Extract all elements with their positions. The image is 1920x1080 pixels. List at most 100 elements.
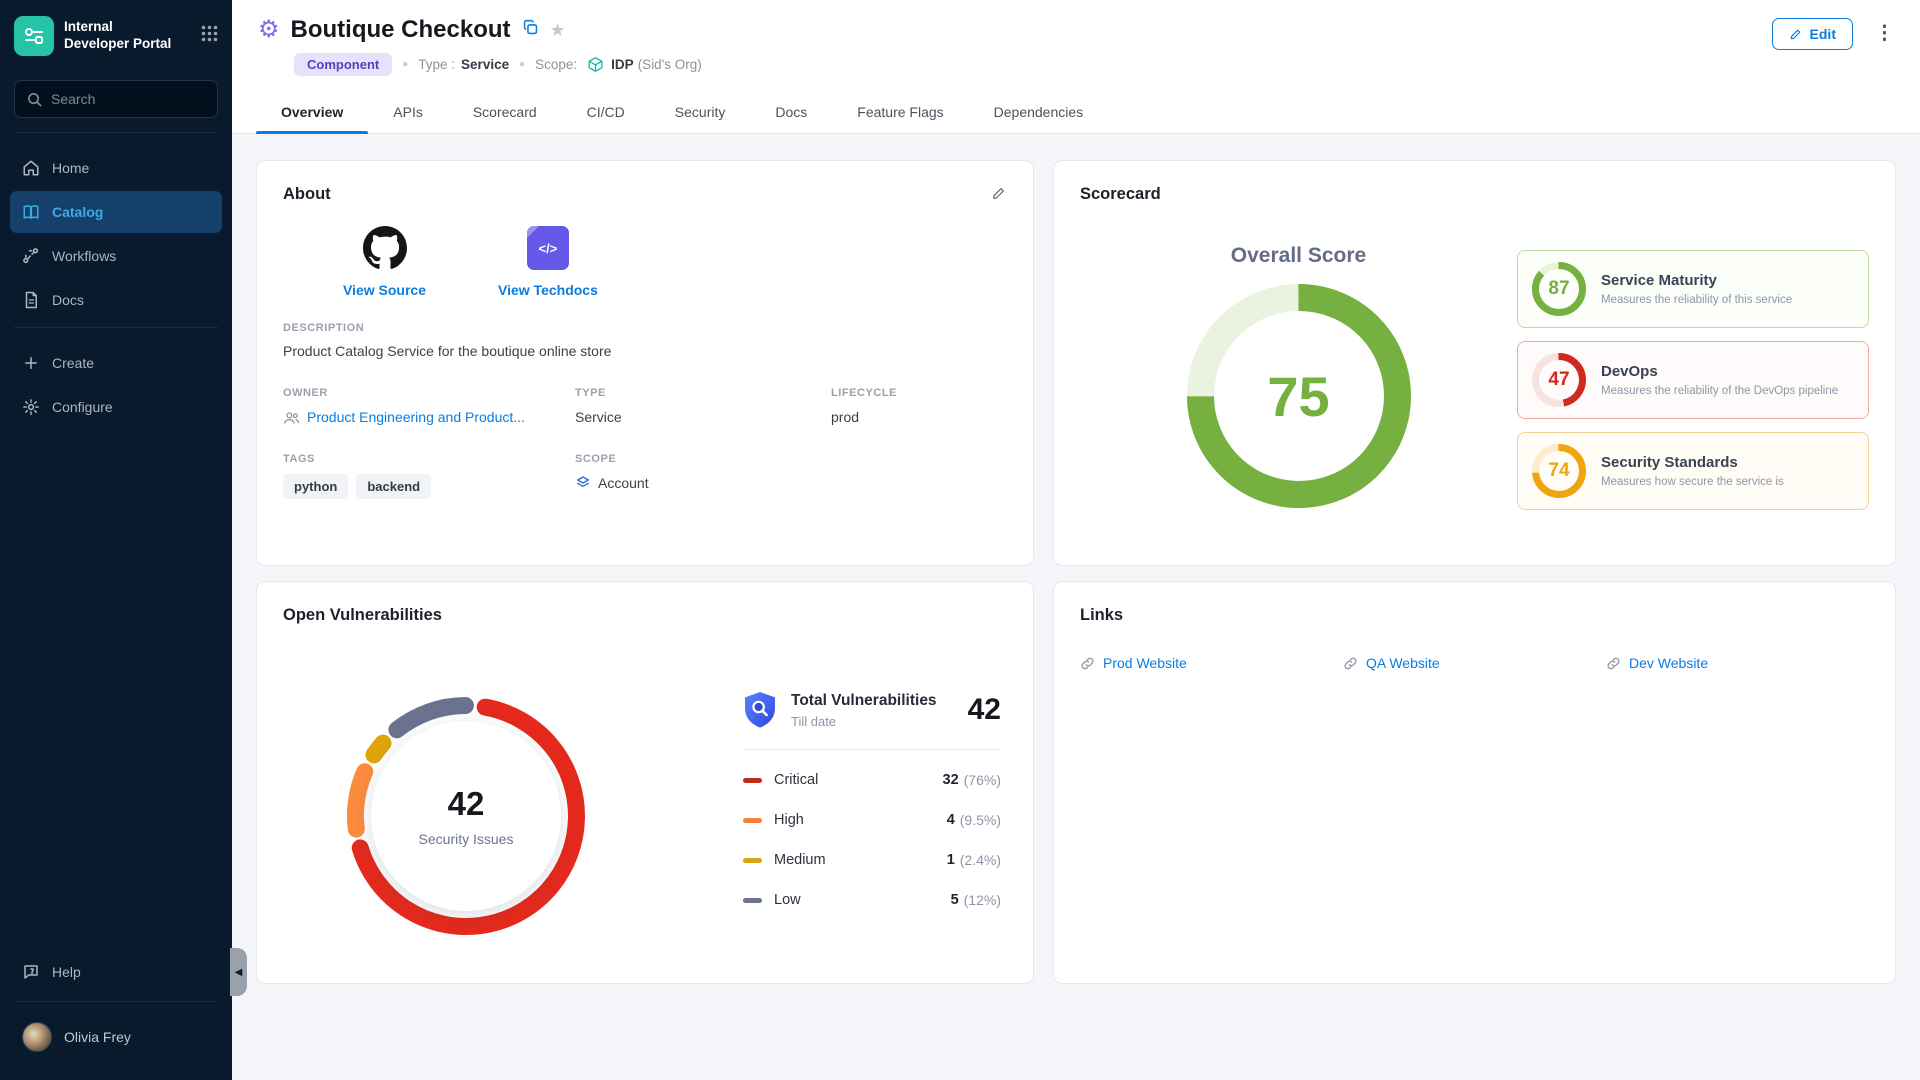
score-ring: 87	[1532, 262, 1586, 316]
logo-row: Internal Developer Portal	[0, 0, 232, 70]
techdocs-icon: </>	[527, 226, 569, 270]
header-actions: Edit ⋮	[1772, 16, 1894, 90]
scorecard-item-security-standards[interactable]: 74 Security Standards Measures how secur…	[1517, 432, 1869, 510]
severity-percent: (2.4%)	[960, 852, 1001, 868]
search-input[interactable]	[51, 91, 191, 107]
lifecycle-value: prod	[831, 409, 1007, 425]
edit-button[interactable]: Edit	[1772, 18, 1853, 50]
pencil-icon	[1789, 27, 1803, 41]
severity-row-high: High 4 (9.5%)	[743, 800, 1001, 840]
description-field: DESCRIPTION Product Catalog Service for …	[283, 322, 1007, 359]
tag-chip[interactable]: backend	[356, 474, 431, 499]
severity-row-medium: Medium 1 (2.4%)	[743, 840, 1001, 880]
sidebar-item-help[interactable]: Help	[10, 951, 222, 993]
sidebar-item-label: Catalog	[52, 204, 103, 220]
low-legend-swatch	[743, 898, 762, 903]
tab-overview[interactable]: Overview	[256, 90, 368, 133]
about-card: About View Source </> View Techdocs	[256, 160, 1034, 566]
link-prod-website[interactable]: Prod Website	[1080, 655, 1343, 671]
search-box[interactable]	[14, 80, 218, 118]
search-icon	[27, 92, 42, 107]
user-name: Olivia Frey	[64, 1029, 131, 1045]
owner-link[interactable]: Product Engineering and Product...	[307, 409, 525, 425]
severity-count: 5	[951, 892, 959, 908]
tag-chip[interactable]: python	[283, 474, 348, 499]
vulnerabilities-card: Open Vulnerabilities 42 Security Issues	[256, 581, 1034, 984]
app-title-line2: Developer Portal	[64, 36, 191, 53]
link-icon	[1080, 656, 1095, 671]
kind-badge: Component	[294, 53, 392, 76]
scorecard-title: Scorecard	[1080, 185, 1869, 204]
tags-label: TAGS	[283, 453, 575, 465]
entity-meta-row: Component ● Type : Service ● Scope: IDP …	[294, 53, 702, 76]
favorite-star-icon[interactable]: ★	[550, 20, 566, 41]
total-vulnerabilities-title: Total Vulnerabilities	[791, 692, 954, 710]
scope-field: SCOPE Account	[575, 453, 831, 499]
sidebar-item-home[interactable]: Home	[10, 147, 222, 189]
type-label: Type :	[418, 57, 455, 72]
owner-field: OWNER Product Engineering and Product...	[283, 387, 575, 425]
apps-grid-icon[interactable]	[201, 25, 218, 47]
tab-dependencies[interactable]: Dependencies	[969, 90, 1109, 133]
sidebar-bottom: Help Olivia Frey	[0, 941, 232, 1080]
overview-content: About View Source </> View Techdocs	[232, 134, 1920, 1080]
edit-button-label: Edit	[1810, 26, 1836, 42]
account-scope-icon	[575, 475, 591, 491]
sidebar-item-workflows[interactable]: Workflows	[10, 235, 222, 277]
severity-label: High	[774, 812, 947, 828]
severity-percent: (9.5%)	[960, 812, 1001, 828]
sidebar-item-create[interactable]: Create	[10, 342, 222, 384]
plus-icon	[22, 354, 40, 372]
vulnerabilities-donut: 42 Security Issues	[345, 695, 587, 937]
gear-icon	[22, 398, 40, 416]
scorecard-item-devops[interactable]: 47 DevOps Measures the reliability of th…	[1517, 341, 1869, 419]
sidebar-collapse-handle[interactable]: ◀	[230, 948, 247, 996]
app-logo[interactable]	[14, 16, 54, 56]
scorecard-card: Scorecard Overall Score 75	[1053, 160, 1896, 566]
tab-security[interactable]: Security	[650, 90, 751, 133]
security-issues-count: 42	[448, 785, 485, 823]
user-menu[interactable]: Olivia Frey	[10, 1010, 222, 1064]
view-source-link[interactable]: View Source	[343, 226, 426, 298]
link-qa-website[interactable]: QA Website	[1343, 655, 1606, 671]
tab-apis[interactable]: APIs	[368, 90, 448, 133]
tab-cicd[interactable]: CI/CD	[562, 90, 650, 133]
link-dev-website[interactable]: Dev Website	[1606, 655, 1869, 671]
link-label: QA Website	[1366, 655, 1440, 671]
dot-separator: ●	[402, 59, 408, 70]
tab-scorecard[interactable]: Scorecard	[448, 90, 562, 133]
severity-percent: (12%)	[964, 892, 1001, 908]
document-icon	[22, 291, 40, 309]
sidebar: Internal Developer Portal	[0, 0, 232, 1080]
copy-icon[interactable]	[522, 19, 539, 41]
description-value: Product Catalog Service for the boutique…	[283, 343, 1007, 359]
links-title: Links	[1080, 606, 1869, 625]
view-techdocs-link[interactable]: </> View Techdocs	[498, 226, 598, 298]
more-options-kebab-icon[interactable]: ⋮	[1875, 18, 1894, 45]
about-quick-links: View Source </> View Techdocs	[343, 226, 1007, 298]
type-field-value: Service	[575, 409, 831, 425]
type-field: TYPE Service	[575, 387, 831, 425]
sidebar-item-docs[interactable]: Docs	[10, 279, 222, 321]
sidebar-item-label: Help	[52, 964, 81, 980]
severity-row-low: Low 5 (12%)	[743, 880, 1001, 920]
team-icon	[283, 410, 300, 425]
app-title: Internal Developer Portal	[64, 19, 191, 53]
book-icon	[22, 203, 40, 221]
edit-about-pencil-icon[interactable]	[991, 185, 1007, 206]
sidebar-item-catalog[interactable]: Catalog	[10, 191, 222, 233]
scorecard-item-title: Security Standards	[1601, 454, 1784, 471]
scorecard-item-service-maturity[interactable]: 87 Service Maturity Measures the reliabi…	[1517, 250, 1869, 328]
cube-icon	[587, 56, 604, 73]
shield-search-icon	[743, 691, 777, 729]
overall-score-block: Overall Score 75	[1080, 204, 1517, 510]
link-icon	[1343, 656, 1358, 671]
logo-icon	[22, 24, 46, 48]
tab-feature-flags[interactable]: Feature Flags	[832, 90, 968, 133]
scope-value: IDP	[611, 57, 634, 72]
tab-docs[interactable]: Docs	[750, 90, 832, 133]
sidebar-item-configure[interactable]: Configure	[10, 386, 222, 428]
scope-field-value: Account	[598, 475, 649, 491]
severity-label: Medium	[774, 852, 947, 868]
medium-legend-swatch	[743, 858, 762, 863]
